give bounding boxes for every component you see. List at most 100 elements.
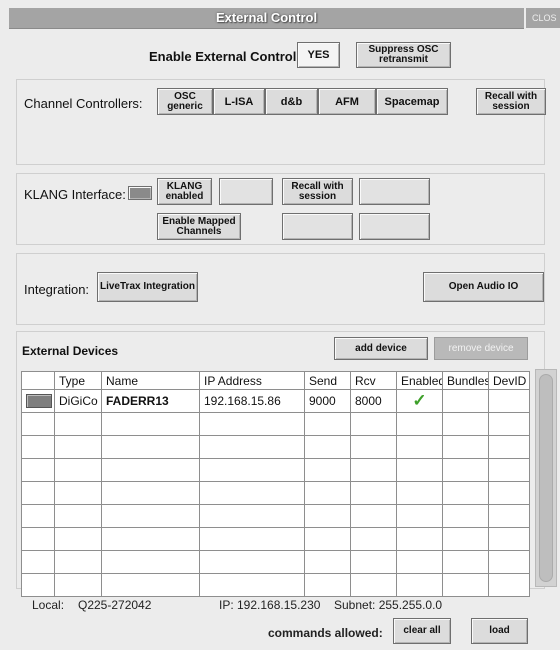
cell[interactable] (199, 458, 305, 482)
table-row[interactable] (21, 412, 530, 436)
enable-yes-button[interactable]: YES (297, 42, 340, 68)
remove-device-button[interactable]: remove device (434, 337, 528, 360)
afm-button[interactable]: AFM (318, 88, 376, 115)
bundles-cell[interactable] (442, 389, 489, 413)
cell[interactable] (488, 481, 530, 505)
cell[interactable] (101, 412, 200, 436)
cell[interactable] (304, 504, 351, 528)
enable-mapped-channels-button[interactable]: Enable Mapped Channels (157, 213, 241, 240)
cell[interactable] (199, 527, 305, 551)
cell[interactable] (54, 550, 102, 574)
enabled-cell[interactable]: ✓ (396, 389, 443, 413)
cell[interactable] (101, 527, 200, 551)
cell[interactable] (396, 550, 443, 574)
cell[interactable] (396, 481, 443, 505)
lisa-button[interactable]: L-ISA (213, 88, 265, 115)
cell[interactable] (350, 435, 397, 459)
table-row[interactable] (21, 527, 530, 551)
table-row[interactable]: DiGiCo FADERR13 192.168.15.86 9000 8000 … (21, 389, 530, 413)
cell[interactable] (101, 458, 200, 482)
cell[interactable] (199, 573, 305, 597)
cell[interactable] (304, 412, 351, 436)
load-button[interactable]: load (471, 618, 528, 644)
cell[interactable] (488, 458, 530, 482)
cell[interactable] (350, 481, 397, 505)
klang-status-indicator[interactable] (128, 186, 152, 200)
cell[interactable] (54, 435, 102, 459)
cell[interactable] (199, 412, 305, 436)
table-row[interactable] (21, 481, 530, 505)
cell[interactable] (442, 573, 489, 597)
cell[interactable] (350, 504, 397, 528)
klang-empty-button-2[interactable] (359, 178, 430, 205)
add-device-button[interactable]: add device (334, 337, 428, 360)
cell[interactable] (54, 504, 102, 528)
cell[interactable] (54, 481, 102, 505)
table-row[interactable] (21, 458, 530, 482)
cell[interactable] (396, 504, 443, 528)
cell[interactable] (21, 504, 55, 528)
cell[interactable] (21, 527, 55, 551)
klang-empty-button-4[interactable] (359, 213, 430, 240)
cell[interactable] (54, 573, 102, 597)
cell[interactable] (396, 435, 443, 459)
cell[interactable] (350, 458, 397, 482)
send-cell[interactable]: 9000 (304, 389, 351, 413)
cell[interactable] (21, 435, 55, 459)
cell[interactable] (442, 527, 489, 551)
cell[interactable] (396, 573, 443, 597)
cell[interactable] (304, 458, 351, 482)
cell[interactable] (442, 481, 489, 505)
cell[interactable] (21, 412, 55, 436)
cell[interactable] (21, 573, 55, 597)
cell[interactable] (101, 573, 200, 597)
cell[interactable] (396, 458, 443, 482)
klang-empty-button-1[interactable] (219, 178, 273, 205)
cell[interactable] (304, 527, 351, 551)
cell[interactable] (350, 412, 397, 436)
cell[interactable] (442, 412, 489, 436)
cell[interactable] (54, 458, 102, 482)
cell[interactable] (488, 504, 530, 528)
cell[interactable] (488, 435, 530, 459)
klang-recall-with-session-button[interactable]: Recall with session (282, 178, 353, 205)
table-row[interactable] (21, 504, 530, 528)
cell[interactable] (488, 527, 530, 551)
spacemap-button[interactable]: Spacemap (376, 88, 448, 115)
type-cell[interactable]: DiGiCo (54, 389, 102, 413)
cell[interactable] (199, 481, 305, 505)
cell[interactable] (101, 504, 200, 528)
table-row[interactable] (21, 550, 530, 574)
table-row[interactable] (21, 573, 530, 597)
cell[interactable] (304, 435, 351, 459)
cell[interactable] (199, 435, 305, 459)
table-scrollbar[interactable] (535, 369, 557, 587)
rcv-cell[interactable]: 8000 (350, 389, 397, 413)
cell[interactable] (442, 504, 489, 528)
cell[interactable] (304, 481, 351, 505)
row-select-swatch[interactable] (26, 394, 52, 409)
cell[interactable] (101, 550, 200, 574)
klang-enabled-button[interactable]: KLANG enabled (157, 178, 212, 205)
cell[interactable] (442, 458, 489, 482)
cell[interactable] (488, 573, 530, 597)
cell[interactable] (21, 550, 55, 574)
cell[interactable] (101, 481, 200, 505)
row-select-cell[interactable] (21, 389, 55, 413)
cell[interactable] (21, 481, 55, 505)
cell[interactable] (442, 435, 489, 459)
klang-empty-button-3[interactable] (282, 213, 353, 240)
table-row[interactable] (21, 435, 530, 459)
cell[interactable] (488, 412, 530, 436)
cell[interactable] (54, 527, 102, 551)
cell[interactable] (396, 412, 443, 436)
cell[interactable] (396, 527, 443, 551)
osc-generic-button[interactable]: OSC generic (157, 88, 213, 115)
cell[interactable] (350, 573, 397, 597)
close-button[interactable]: CLOS (526, 8, 560, 28)
cell[interactable] (199, 550, 305, 574)
cell[interactable] (21, 458, 55, 482)
ip-cell[interactable]: 192.168.15.86 (199, 389, 305, 413)
cell[interactable] (54, 412, 102, 436)
open-audio-io-button[interactable]: Open Audio IO (423, 272, 544, 302)
